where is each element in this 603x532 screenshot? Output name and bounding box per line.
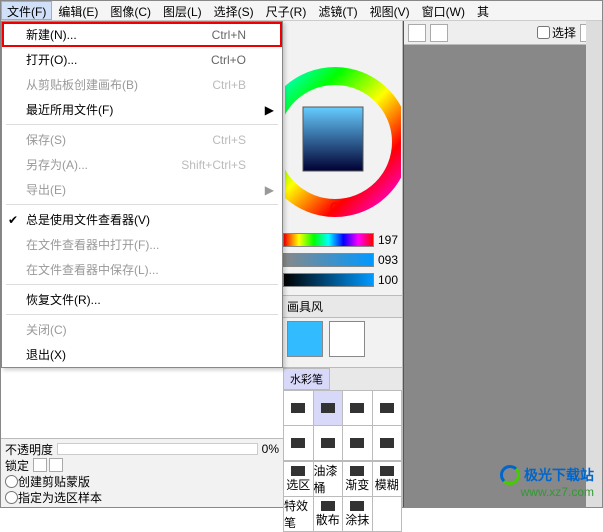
slider-value: 100 <box>374 273 398 287</box>
color-swatches <box>287 317 398 361</box>
file-menu-item[interactable]: 新建(N)...Ctrl+N <box>2 22 282 47</box>
menu-文件(F)[interactable]: 文件(F) <box>1 1 52 20</box>
color-swatch[interactable] <box>329 321 365 357</box>
brush-tool[interactable] <box>314 426 343 460</box>
watermark-text: 极光下载站 <box>524 465 594 485</box>
slider-value: 197 <box>374 233 398 247</box>
brush-tool-named[interactable]: 选区 <box>284 462 313 496</box>
vertical-scrollbar[interactable] <box>586 21 602 507</box>
canvas-area[interactable]: 选择 <box>403 21 602 507</box>
chevron-right-icon: ▶ <box>265 183 274 197</box>
right-area: 197093100 画具风 水彩笔 选区油漆桶渐变模糊特效笔散布涂抹 选择 <box>283 21 602 507</box>
menu-视图(V)[interactable]: 视图(V) <box>364 1 416 20</box>
file-menu-item: 另存为(A)...Shift+Ctrl+S <box>2 152 282 177</box>
brush-tool-named[interactable]: 渐变 <box>343 462 372 496</box>
brush-tool[interactable] <box>343 391 372 425</box>
brush-tabs: 水彩笔 <box>283 367 402 390</box>
color-sliders: 197 093 100 <box>283 231 398 291</box>
watermark-url: www.xz7.com <box>500 485 594 499</box>
brush-tool[interactable] <box>284 391 313 425</box>
brush-tool[interactable] <box>373 391 402 425</box>
lock-button-1[interactable] <box>33 458 47 472</box>
brush-tool[interactable] <box>284 426 313 460</box>
menu-选择(S)[interactable]: 选择(S) <box>208 1 260 20</box>
watermark-logo-icon <box>500 465 520 485</box>
opacity-slider[interactable] <box>57 443 258 455</box>
file-menu-item[interactable]: 恢复文件(R)... <box>2 287 282 312</box>
color-slider[interactable] <box>283 253 374 267</box>
menu-图像(C)[interactable]: 图像(C) <box>104 1 157 20</box>
color-slider[interactable] <box>283 233 374 247</box>
file-menu-item[interactable]: ✔总是使用文件查看器(V) <box>2 207 282 232</box>
slider-value: 093 <box>374 253 398 267</box>
menu-滤镜(T)[interactable]: 滤镜(T) <box>312 1 363 20</box>
lock-button-2[interactable] <box>49 458 63 472</box>
layer-options-panel: 不透明度 0% 锁定 创建剪贴蒙版 指定为选区样本 <box>1 438 283 507</box>
selection-sample-radio[interactable] <box>5 491 18 504</box>
brush-panel-label: 画具风 <box>283 295 402 318</box>
opacity-value: 0% <box>262 442 279 456</box>
clip-mask-label: 创建剪贴蒙版 <box>18 473 90 490</box>
brush-tool-named[interactable]: 特效笔 <box>284 497 313 531</box>
brush-tool[interactable] <box>343 426 372 460</box>
canvas-toolbar: 选择 <box>404 21 602 45</box>
color-slider[interactable] <box>283 273 374 287</box>
brush-tool-named[interactable]: 油漆桶 <box>314 462 343 496</box>
select-checkbox[interactable]: 选择 <box>537 24 576 41</box>
menu-图层(L)[interactable]: 图层(L) <box>157 1 208 20</box>
menu-窗口(W)[interactable]: 窗口(W) <box>416 1 471 20</box>
clip-mask-radio[interactable] <box>5 475 18 488</box>
file-menu-item: 保存(S)Ctrl+S <box>2 127 282 152</box>
menubar: 文件(F)编辑(E)图像(C)图层(L)选择(S)尺子(R)滤镜(T)视图(V)… <box>1 1 602 21</box>
brush-tool[interactable] <box>314 391 343 425</box>
menu-尺子(R)[interactable]: 尺子(R) <box>260 1 313 20</box>
file-menu-item: 关闭(C) <box>2 317 282 342</box>
menu-编辑(E)[interactable]: 编辑(E) <box>52 1 104 20</box>
file-menu-item: 从剪贴板创建画布(B)Ctrl+B <box>2 72 282 97</box>
file-menu-item[interactable]: 最近所用文件(F)▶ <box>2 97 282 122</box>
opacity-label: 不透明度 <box>5 441 53 458</box>
watermark: 极光下载站 www.xz7.com <box>500 465 594 499</box>
file-menu-dropdown: 新建(N)...Ctrl+N打开(O)...Ctrl+O从剪贴板创建画布(B)C… <box>1 21 283 368</box>
side-panel: 197093100 画具风 水彩笔 选区油漆桶渐变模糊特效笔散布涂抹 <box>283 21 403 507</box>
color-wheel[interactable] <box>285 47 401 217</box>
brush-tool-named[interactable]: 涂抹 <box>343 497 372 531</box>
chevron-right-icon: ▶ <box>265 103 274 117</box>
brush-tool[interactable] <box>373 426 402 460</box>
toolbar-button-2[interactable] <box>430 24 448 42</box>
brush-tool-named[interactable]: 散布 <box>314 497 343 531</box>
select-checkbox-input[interactable] <box>537 26 550 39</box>
toolbar-button-1[interactable] <box>408 24 426 42</box>
file-menu-item[interactable]: 打开(O)...Ctrl+O <box>2 47 282 72</box>
file-menu-item[interactable]: 退出(X) <box>2 342 282 367</box>
lock-label: 锁定 <box>5 457 29 474</box>
brush-area: 水彩笔 选区油漆桶渐变模糊特效笔散布涂抹 <box>283 367 402 532</box>
color-swatch[interactable] <box>287 321 323 357</box>
brush-tab[interactable]: 水彩笔 <box>283 368 330 390</box>
brush-tool-named[interactable]: 模糊 <box>373 462 402 496</box>
brush-name-grid: 选区油漆桶渐变模糊特效笔散布涂抹 <box>283 461 402 532</box>
file-menu-item: 在文件查看器中保存(L)... <box>2 257 282 282</box>
file-menu-item: 导出(E)▶ <box>2 177 282 202</box>
color-wheel-panel <box>283 47 402 227</box>
file-menu-item: 在文件查看器中打开(F)... <box>2 232 282 257</box>
brush-icon-grid <box>283 390 402 461</box>
selection-sample-label: 指定为选区样本 <box>18 489 102 506</box>
menu-其[interactable]: 其 <box>471 1 495 20</box>
